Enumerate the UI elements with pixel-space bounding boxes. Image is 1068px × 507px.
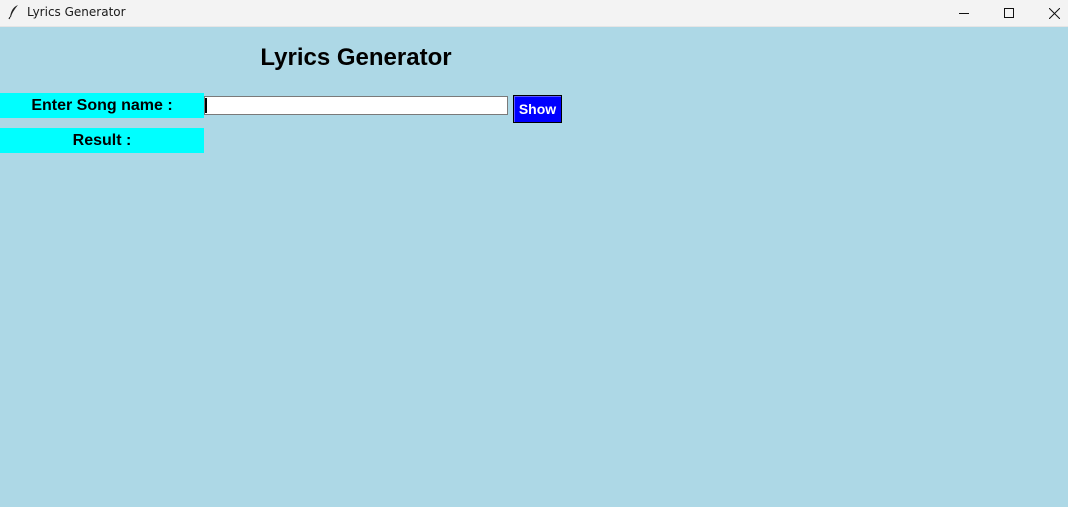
song-name-label: Enter Song name :: [0, 93, 204, 118]
minimize-icon: [959, 8, 969, 18]
feather-icon: [7, 4, 21, 20]
close-button[interactable]: [1031, 0, 1068, 26]
close-icon: [1048, 7, 1060, 19]
maximize-button[interactable]: [986, 0, 1032, 26]
window-title: Lyrics Generator: [27, 5, 126, 19]
maximize-icon: [1004, 8, 1014, 18]
song-name-input[interactable]: [204, 96, 508, 115]
show-button[interactable]: Show: [513, 95, 562, 123]
minimize-button[interactable]: [941, 0, 987, 26]
page-title: Lyrics Generator: [260, 44, 452, 71]
title-bar: Lyrics Generator: [0, 0, 1068, 27]
result-label: Result :: [0, 128, 204, 153]
text-cursor: [205, 98, 207, 113]
